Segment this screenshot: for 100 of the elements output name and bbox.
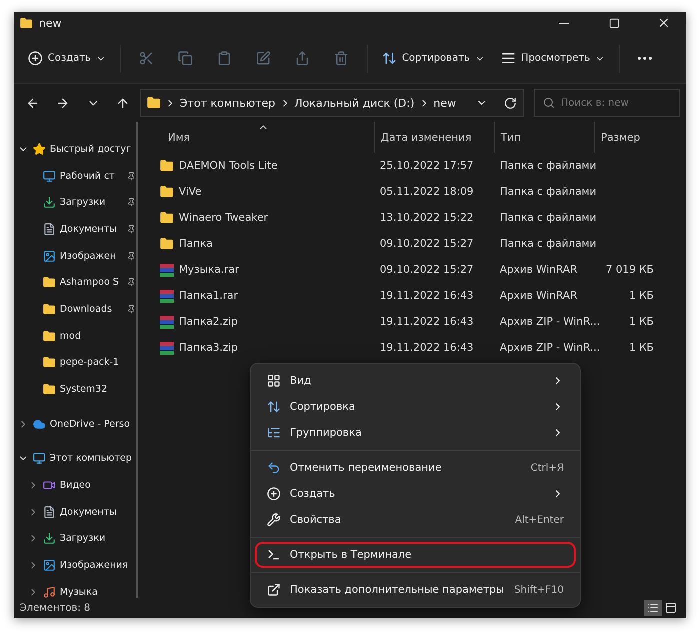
archive-icon	[160, 290, 174, 302]
table-cell: 13.10.2022 15:22	[380, 212, 474, 224]
download-icon	[43, 532, 56, 546]
table-cell: 7 019 КБ	[606, 264, 654, 276]
more-icon	[638, 57, 652, 60]
toolbar-button[interactable]: Создать	[22, 42, 112, 74]
menu-item[interactable]: Создать	[255, 481, 576, 507]
sidebar-item[interactable]: Этот компьютер	[50, 453, 132, 464]
toolbar-button[interactable]: Сортировать	[376, 42, 492, 74]
delete-icon	[334, 51, 350, 66]
sidebar-item[interactable]: Музыка	[60, 586, 98, 598]
sidebar-item[interactable]: Ashampoo S	[60, 277, 120, 288]
table-cell: 1 КБ	[629, 316, 654, 328]
column-header[interactable]: Тип	[501, 132, 522, 144]
terminal-icon	[267, 548, 281, 562]
column-header[interactable]: Имя	[168, 132, 190, 144]
sidebar-item[interactable]: Загрузки	[60, 197, 106, 208]
sidebar-item[interactable]: Документы	[60, 506, 117, 518]
close-icon	[657, 16, 671, 30]
table-cell: Архив WinRAR	[500, 264, 578, 276]
folder-icon	[43, 302, 56, 316]
table-cell: 25.10.2022 17:57	[380, 160, 474, 172]
computer-icon	[32, 452, 46, 466]
toolbar-button[interactable]: Просмотреть	[495, 42, 612, 74]
refresh-icon	[504, 96, 517, 110]
folder-icon	[160, 237, 174, 251]
paste-icon	[217, 51, 232, 66]
table-cell: Архив WinRAR	[500, 290, 578, 302]
menu-item[interactable]: Группировка	[255, 420, 576, 446]
sidebar-item[interactable]: Изображен	[60, 250, 116, 262]
file-name[interactable]: Папка1.rar	[179, 290, 238, 302]
table-cell: 05.11.2022 18:09	[380, 186, 474, 198]
picture-icon	[43, 559, 56, 572]
sort-icon	[382, 51, 398, 66]
folder-icon	[42, 276, 56, 290]
column-header[interactable]: Размер	[601, 132, 640, 144]
folder-icon	[160, 159, 174, 173]
sidebar-item[interactable]: Загрузки	[60, 533, 106, 544]
sidebar-item[interactable]: System32	[60, 384, 108, 396]
file-name[interactable]: Папка	[179, 238, 213, 250]
cloud-icon	[33, 418, 46, 431]
file-name[interactable]: Папка3.zip	[179, 342, 238, 354]
minimize-icon	[559, 22, 569, 24]
external-icon	[267, 583, 281, 597]
file-name[interactable]: Музыка.rar	[179, 264, 240, 276]
sidebar-item[interactable]: Downloads	[60, 304, 112, 315]
file-name[interactable]: Winaero Tweaker	[179, 212, 268, 224]
folder-icon	[43, 356, 56, 370]
sidebar-item[interactable]: Видео	[60, 480, 91, 492]
table-cell: 1 КБ	[629, 290, 654, 302]
grid-icon	[267, 374, 281, 388]
tiles-icon	[665, 602, 677, 614]
table-cell: 19.11.2022 16:43	[380, 316, 474, 328]
details-view-button[interactable]	[644, 600, 662, 616]
sidebar-item[interactable]: mod	[60, 330, 82, 342]
menu-item[interactable]: Отменить переименование Ctrl+Я	[255, 455, 576, 481]
folder-icon	[43, 330, 56, 343]
file-name[interactable]: Папка2.zip	[179, 316, 238, 328]
search-icon	[543, 97, 555, 109]
address-bar[interactable]: Этот компьютер Локальный диск (D:) new	[140, 89, 524, 117]
file-name[interactable]: ViVe	[179, 186, 202, 198]
rename-icon	[256, 51, 272, 66]
archive-icon	[160, 264, 174, 276]
menu-item[interactable]: Сортировка	[255, 394, 576, 420]
sidebar-item[interactable]: pepe-pack-1	[60, 357, 120, 368]
folder-icon	[147, 96, 161, 110]
sidebar-item[interactable]: Быстрый достуг	[50, 144, 132, 155]
sidebar-item[interactable]: Документы	[60, 224, 117, 235]
document-icon	[43, 506, 56, 519]
plus-icon	[267, 487, 281, 501]
folder-icon	[43, 383, 56, 396]
table-cell: Папка с файлами	[500, 212, 597, 224]
search-field[interactable]: Поиск в: new	[534, 89, 680, 117]
list-icon	[267, 426, 281, 440]
column-header[interactable]: Дата изменения	[381, 132, 472, 144]
desktop-icon	[43, 170, 56, 183]
sidebar-item[interactable]: Изображения	[60, 560, 128, 572]
picture-icon	[43, 250, 56, 263]
table-cell: 09.10.2022 15:27	[380, 264, 474, 276]
file-name[interactable]: DAEMON Tools Lite	[179, 160, 278, 172]
menu-item[interactable]: Свойства Alt+Enter	[255, 507, 576, 533]
table-cell: 09.10.2022 15:27	[380, 238, 474, 250]
menu-item[interactable]: Открыть в Терминале	[255, 542, 576, 568]
item-count: Элементов: 8	[20, 602, 91, 614]
window-title: new	[39, 16, 63, 30]
sidebar-item[interactable]: OneDrive - Perso	[50, 418, 130, 430]
sidebar-item[interactable]: Рабочий ст	[60, 170, 115, 182]
table-cell: Папка с файлами	[500, 186, 597, 198]
breadcrumb[interactable]: Этот компьютер	[180, 96, 276, 110]
menu-item[interactable]: Показать дополнительные параметры Shift+F10	[255, 577, 576, 603]
table-cell: Архив ZIP - WinR...	[500, 342, 600, 354]
table-cell: 19.11.2022 16:43	[380, 342, 474, 354]
maximize-icon	[608, 18, 620, 28]
breadcrumb[interactable]: Локальный диск (D:)	[294, 96, 415, 110]
cut-icon	[139, 51, 154, 66]
breadcrumb[interactable]: new	[434, 96, 456, 110]
archive-icon	[160, 342, 174, 354]
table-cell: Папка с файлами	[500, 238, 597, 250]
menu-item[interactable]: Вид	[255, 368, 576, 394]
music-icon	[43, 586, 56, 598]
